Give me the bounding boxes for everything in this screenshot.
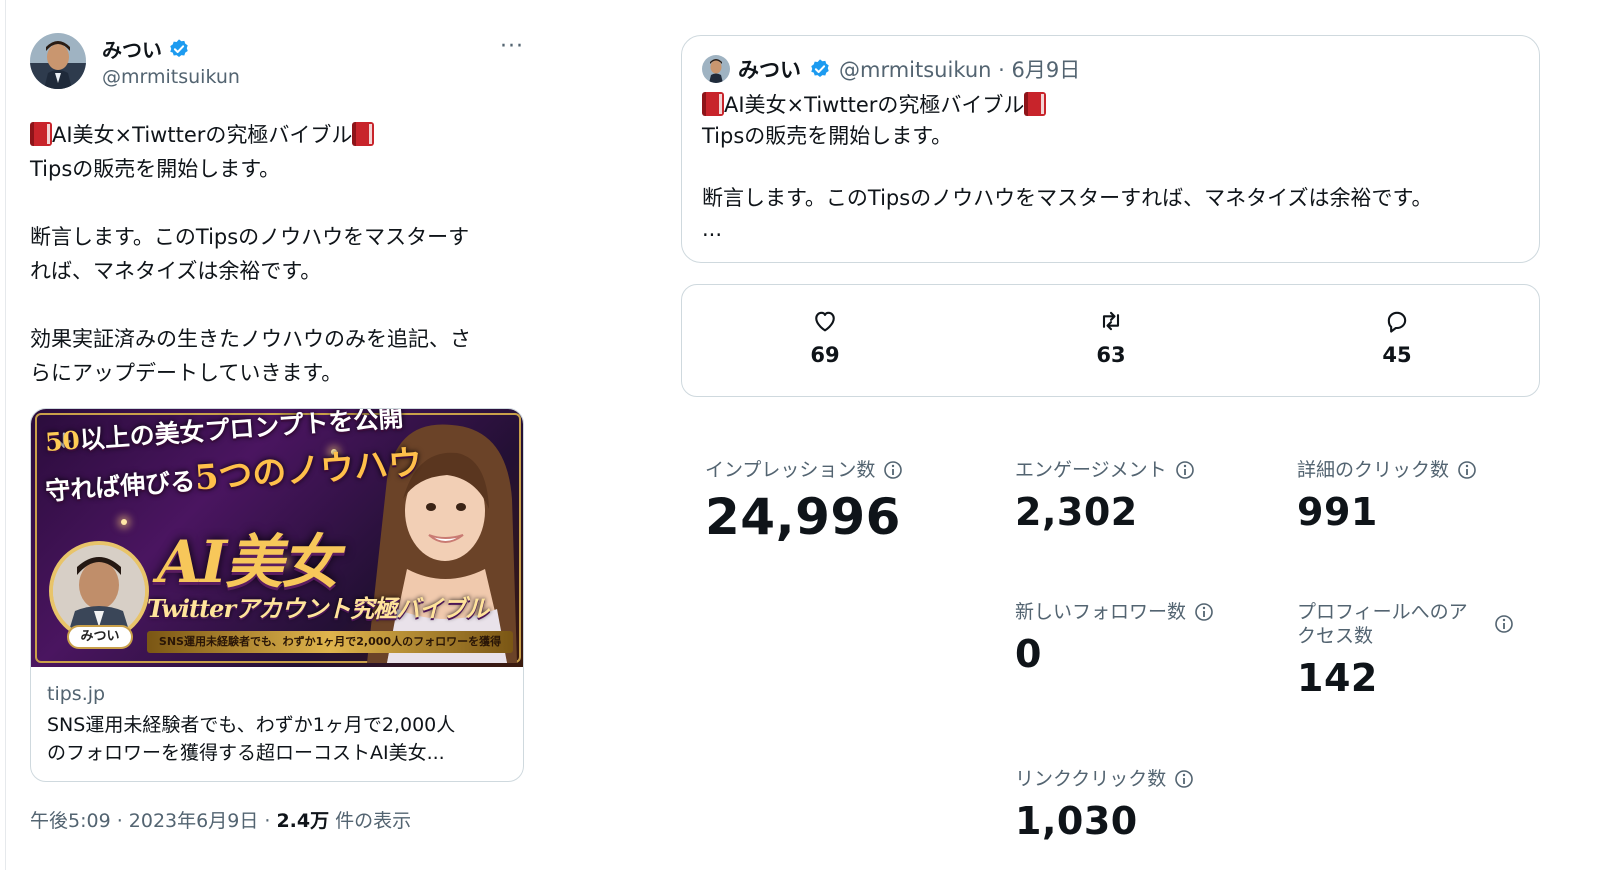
verified-badge-icon [811, 59, 829, 77]
display-name[interactable]: みつい [102, 34, 162, 63]
metric-new-followers: 新しいフォロワー数 0 [1015, 600, 1214, 676]
metric-value: 0 [1015, 632, 1042, 676]
tweet-line: 断言します。このTipsのノウハウをマスターす [30, 225, 470, 249]
tweet-line: れば、マネタイズは余裕です。 [30, 259, 322, 283]
timestamp-text[interactable]: 午後5:09 · 2023年6月9日 · [30, 810, 276, 832]
metric-label: インプレッション数 [705, 459, 876, 481]
info-icon[interactable] [1494, 614, 1514, 634]
metric-label: リンククリック数 [1015, 768, 1167, 790]
promo-subtitle: Twitterアカウント究極バイブル [147, 594, 489, 623]
handle[interactable]: @mrmitsuikun [102, 66, 530, 88]
metric-value: 991 [1297, 490, 1378, 534]
retweet-count[interactable]: 63 [1071, 307, 1151, 367]
more-options-icon[interactable]: ··· [500, 34, 524, 59]
retweet-icon [1102, 311, 1120, 331]
quoted-tweet[interactable]: みつい @mrmitsuikun · 6月9日 AI美女×Tiwtterの究極バ… [681, 35, 1540, 263]
book-emoji-icon [30, 122, 52, 146]
promo-title: AI美女 [157, 528, 339, 596]
metric-label: 新しいフォロワー数 [1015, 601, 1187, 623]
reply-bubble-icon [1387, 311, 1407, 333]
quote-handle-date: @mrmitsuikun · 6月9日 [839, 58, 1081, 82]
metric-profile-visits: プロフィールへのア クセス数 142 [1297, 600, 1519, 700]
metric-label: 詳細のクリック数 [1297, 459, 1450, 481]
avatar[interactable] [30, 33, 86, 89]
card-description: SNS運用未経験者でも、わずか1ヶ月で2,000人 のフォロワーを獲得する超ロー… [47, 714, 456, 764]
book-emoji-icon [702, 92, 724, 116]
metric-value: 142 [1297, 656, 1378, 700]
metric-value: 1,030 [1015, 799, 1138, 843]
tweet-line: らにアップデートしていきます。 [30, 361, 343, 385]
card-image[interactable]: 50以上の美女プロンプトを公開 守れば伸びる5つのノウハウ AI美女 Twitt… [31, 409, 523, 667]
tweet-header: みつい @mrmitsuikun ··· [30, 30, 530, 92]
metric-engagements: エンゲージメント 2,302 [1015, 458, 1195, 534]
link-card[interactable]: 50以上の美女プロンプトを公開 守れば伸びる5つのノウハウ AI美女 Twitt… [30, 408, 524, 782]
tweet-line: Tipsの販売を開始します。 [30, 157, 281, 181]
views-count: 2.4万 [276, 810, 330, 832]
book-emoji-icon [1024, 92, 1047, 116]
promo-strip: SNS運用未経験者でも、わずか1ヶ月で2,000人のフォロワーを獲得 [147, 631, 513, 653]
info-icon[interactable] [1457, 460, 1477, 480]
card-domain[interactable]: tips.jp [47, 681, 507, 707]
like-count[interactable]: 69 [785, 307, 865, 367]
quote-avatar [702, 55, 730, 83]
metric-value: 2,302 [1015, 490, 1138, 534]
metric-link-clicks: リンククリック数 1,030 [1015, 767, 1194, 843]
tweet: みつい @mrmitsuikun ··· AI美女×Tiwtterの究極バイブル… [30, 30, 530, 833]
reply-count[interactable]: 45 [1357, 307, 1437, 367]
views-label: 件の表示 [329, 810, 412, 832]
promo-author-name: みつい [67, 625, 133, 649]
engagement-counts: 69 63 45 [681, 284, 1540, 397]
heart-icon [815, 311, 835, 332]
metric-value: 24,996 [705, 488, 901, 546]
timeline-divider [5, 0, 6, 870]
quote-body: AI美女×Tiwtterの究極バイブル Tipsの販売を開始します。 断言します… [702, 92, 1433, 241]
info-icon[interactable] [883, 460, 903, 480]
verified-badge-icon [170, 38, 188, 57]
info-icon[interactable] [1174, 769, 1194, 789]
metric-detail-clicks: 詳細のクリック数 991 [1297, 458, 1477, 534]
info-icon[interactable] [1175, 460, 1195, 480]
tweet-body: AI美女×Tiwtterの究極バイブル Tipsの販売を開始します。 断言します… [30, 118, 530, 390]
tweet-line: AI美女×Tiwtterの究極バイブル [52, 123, 353, 147]
quote-display-name: みつい [738, 58, 801, 82]
tweet-line: 効果実証済みの生きたノウハウのみを追記、さ [30, 327, 471, 351]
metric-label: エンゲージメント [1015, 459, 1167, 481]
metric-impressions: インプレッション数 24,996 [705, 458, 903, 546]
tweet-timestamp: 午後5:09 · 2023年6月9日 · 2.4万 件の表示 [30, 806, 530, 833]
info-icon[interactable] [1194, 602, 1214, 622]
book-emoji-icon [352, 122, 375, 146]
metric-label: プロフィールへのア クセス数 [1297, 601, 1468, 647]
